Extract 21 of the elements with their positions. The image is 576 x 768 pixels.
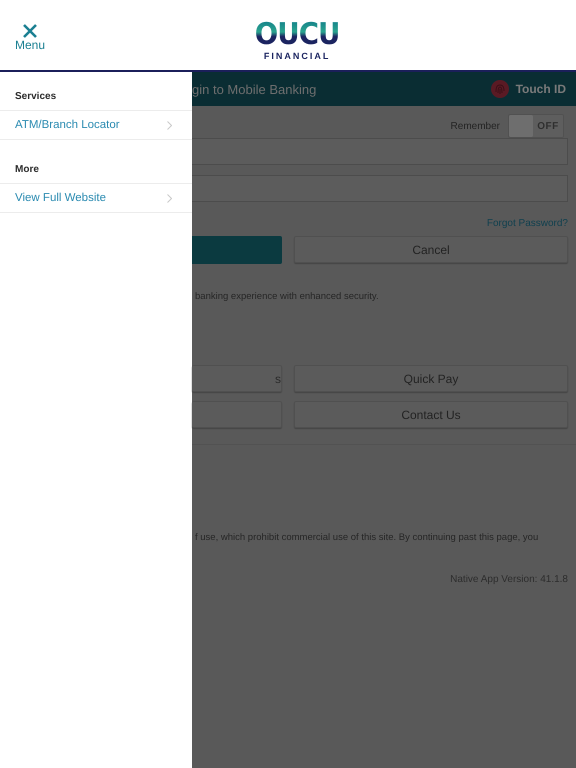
quick-action-button[interactable] <box>192 401 282 428</box>
quick-action-button[interactable]: Quick Pay <box>294 365 568 392</box>
cancel-button[interactable]: Cancel <box>294 236 568 263</box>
logo-tagline: FINANCIAL <box>264 51 330 61</box>
chevron-icon <box>167 120 172 130</box>
menu-item[interactable]: ATM/Branch Locator <box>0 110 192 140</box>
password-field[interactable] <box>192 175 568 202</box>
fingerprint-icon <box>490 80 509 98</box>
section-heading: More <box>14 163 40 177</box>
page-title: gin to Mobile Banking <box>192 82 316 96</box>
login-button[interactable] <box>192 236 282 264</box>
section-heading: Services <box>14 90 58 104</box>
menu-item[interactable]: View Full Website <box>0 183 192 213</box>
close-menu-button[interactable]: Menu <box>10 24 50 52</box>
touch-id-button[interactable]: Touch ID <box>490 80 566 98</box>
chevron-icon <box>167 194 172 202</box>
forgot-password-link[interactable]: Forgot Password? <box>486 218 568 229</box>
quick-action-button[interactable]: Contact Us <box>294 401 568 428</box>
close-icon <box>23 24 37 38</box>
username-field[interactable] <box>192 138 568 165</box>
remember-label: Remember <box>450 120 500 132</box>
